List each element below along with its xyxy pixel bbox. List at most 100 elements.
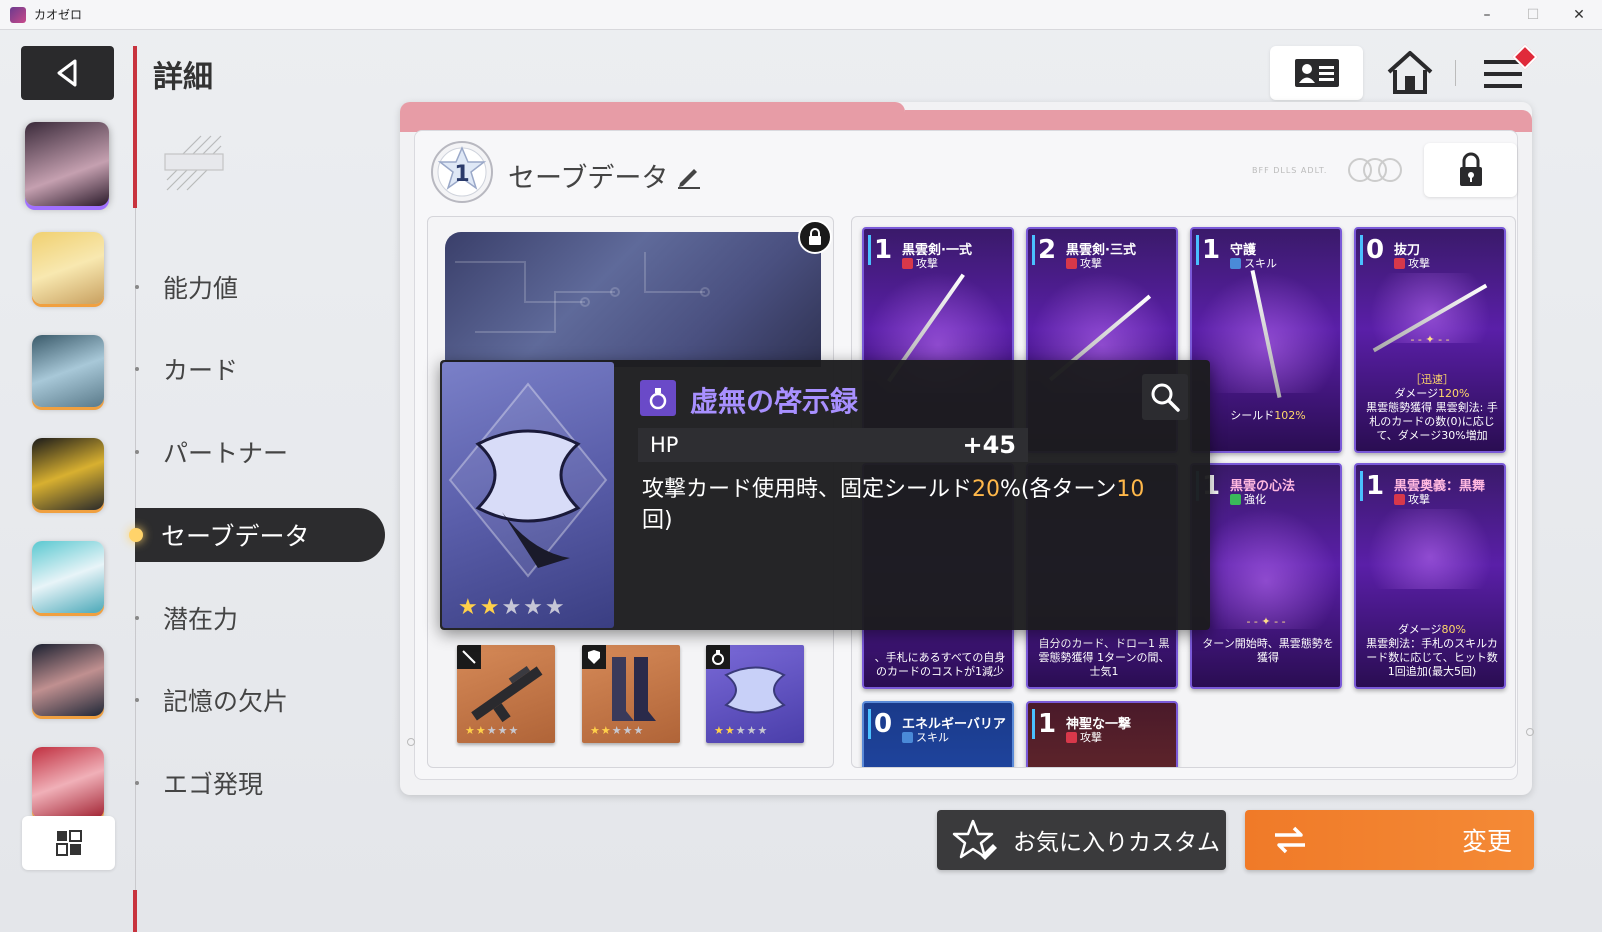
- menu-label: 潜在力: [163, 605, 239, 634]
- tooltip-item-name: 虚無の啓示録: [690, 385, 859, 418]
- skill-icon: [1230, 257, 1241, 269]
- card-type: 攻撃: [1394, 255, 1430, 271]
- card-cost: 1: [1202, 235, 1221, 265]
- equip-slot-armor[interactable]: ★★★★★: [582, 645, 680, 743]
- menu-dot: [135, 616, 139, 620]
- character-avatar-1[interactable]: [25, 122, 109, 206]
- tooltip-search-button[interactable]: [1142, 374, 1188, 420]
- character-avatar-7[interactable]: [32, 747, 104, 819]
- character-portrait[interactable]: [445, 232, 821, 367]
- card-description: ターン開始時、黒雲態勢を獲得: [1202, 637, 1334, 664]
- rings-icon: [1348, 158, 1402, 182]
- menu-item-partner[interactable]: パートナー: [135, 425, 385, 479]
- scroll-illustration: [448, 382, 608, 578]
- menu-item-ego[interactable]: エゴ発現: [135, 756, 385, 810]
- stat-value: +45: [962, 431, 1016, 459]
- window-title: カオゼロ: [34, 8, 83, 22]
- menu-item-cards[interactable]: カード: [135, 342, 385, 396]
- equip-slot-weapon[interactable]: ★★★★★: [457, 645, 555, 743]
- edit-pencil-icon[interactable]: [676, 163, 702, 189]
- card-cost: 0: [874, 709, 893, 739]
- page-title: 詳細: [153, 60, 213, 95]
- search-icon: [1151, 383, 1180, 412]
- card-art: [1356, 509, 1504, 589]
- favorite-custom-button[interactable]: お気に入りカスタム: [937, 810, 1226, 870]
- cost-bar: [868, 709, 871, 739]
- menu-item-stats[interactable]: 能力値: [135, 260, 385, 314]
- card-type-label: 攻撃: [1408, 257, 1430, 270]
- card-desc-text: ダメージ: [1398, 623, 1442, 636]
- cost-bar: [1360, 471, 1363, 501]
- menu-dot: [135, 698, 139, 702]
- card-type-label: スキル: [1244, 257, 1277, 270]
- card-type-label: スキル: [916, 731, 949, 744]
- profile-card-button[interactable]: [1270, 46, 1363, 100]
- window-titlebar: カオゼロ – ☐ ✕: [0, 0, 1602, 30]
- decorative-label: BFF DLLS ADLT.: [1252, 166, 1328, 175]
- card-type: 強化: [1230, 491, 1266, 507]
- menu-dot: [135, 367, 139, 371]
- attack-icon: [1394, 493, 1405, 505]
- cost-bar: [868, 235, 871, 265]
- card-type: 攻撃: [1066, 255, 1102, 271]
- tooltip-category-badge: [640, 380, 676, 416]
- deck-card[interactable]: 0 エネルギーバリア スキル: [862, 701, 1014, 767]
- character-avatar-5[interactable]: [32, 541, 104, 613]
- menu-item-potential[interactable]: 潜在力: [135, 591, 385, 645]
- menu-label: 能力値: [163, 274, 239, 303]
- character-avatar-6[interactable]: [32, 644, 104, 716]
- character-avatar-3[interactable]: [32, 335, 104, 407]
- card-desc-line1: ダメージ120%: [1364, 387, 1500, 401]
- sword-icon: [462, 650, 476, 664]
- maximize-button[interactable]: ☐: [1510, 0, 1556, 30]
- app-icon: [10, 6, 26, 23]
- minimize-button[interactable]: –: [1464, 0, 1510, 30]
- menu-item-memory-fragments[interactable]: 記憶の欠片: [135, 673, 385, 727]
- deck-card[interactable]: 1 神聖な一撃 攻撃: [1026, 701, 1178, 767]
- card-cost: 1: [874, 235, 893, 265]
- card-desc-highlight: 102%: [1274, 409, 1306, 422]
- card-description: 、手札にあるすべての自身のカードのコストが1減少: [874, 651, 1006, 678]
- card-type-label: 強化: [1244, 493, 1266, 506]
- attack-icon: [1066, 257, 1077, 269]
- menu-item-save-data[interactable]: セーブデータ: [129, 508, 385, 562]
- card-type-label: 攻撃: [916, 257, 938, 270]
- close-button[interactable]: ✕: [1556, 0, 1602, 30]
- card-type: 攻撃: [1394, 491, 1430, 507]
- tooltip-stars: ★★★★★: [458, 595, 567, 620]
- character-avatar-2[interactable]: [32, 232, 104, 304]
- home-icon[interactable]: [1385, 48, 1435, 98]
- card-type: スキル: [1230, 255, 1277, 271]
- lock-button[interactable]: [1424, 143, 1517, 197]
- menu-dot: [135, 285, 139, 289]
- attack-icon: [1066, 731, 1077, 743]
- equip-type-badge: [706, 645, 730, 669]
- card-type-label: 攻撃: [1080, 731, 1102, 744]
- star-edit-icon: [952, 819, 997, 860]
- card-desc-highlight: 80%: [1441, 623, 1466, 636]
- ring-icon: [649, 388, 667, 410]
- effect-text: %(各ターン: [1000, 477, 1117, 502]
- panel-header-strip: [905, 110, 1532, 132]
- grid-view-button[interactable]: [22, 816, 115, 870]
- deck-card[interactable]: 1 黒雲奥義：黒舞 攻撃 ダメージ80% 黒雲剣法：手札のスキルカード数に応じて…: [1354, 463, 1506, 689]
- equip-slot-accessory[interactable]: ★★★★★: [706, 645, 804, 743]
- deck-card[interactable]: 1 守護 スキル シールド102%: [1190, 227, 1342, 453]
- tooltip-item-image: ★★★★★: [442, 362, 614, 628]
- deck-card[interactable]: 1 黒雲の心法 強化 - - ✦ - - ターン開始時、黒雲態勢を獲得: [1190, 463, 1342, 689]
- card-description: シールド102%: [1200, 409, 1336, 423]
- stat-label: HP: [650, 433, 679, 457]
- back-button[interactable]: [21, 46, 114, 100]
- change-button[interactable]: 変更: [1245, 810, 1534, 870]
- deck-card[interactable]: 0 抜刀 攻撃 - - ✦ - - ［迅速］ ダメージ120% 黒雲態勢獲得 黒…: [1354, 227, 1506, 453]
- card-description: ［迅速］ ダメージ120% 黒雲態勢獲得 黒雲剣法: 手札のカードの数(0)に応…: [1364, 373, 1500, 443]
- scroll-indicator-right: [1526, 728, 1534, 736]
- attack-icon: [1394, 257, 1405, 269]
- attack-icon: [902, 257, 913, 269]
- cost-bar: [1360, 235, 1363, 265]
- boost-icon: [1230, 493, 1241, 505]
- character-avatar-4[interactable]: [32, 438, 104, 510]
- cost-bar: [1032, 709, 1035, 739]
- lock-icon: [1459, 152, 1482, 186]
- equip-stars: ★★★★★: [590, 724, 645, 737]
